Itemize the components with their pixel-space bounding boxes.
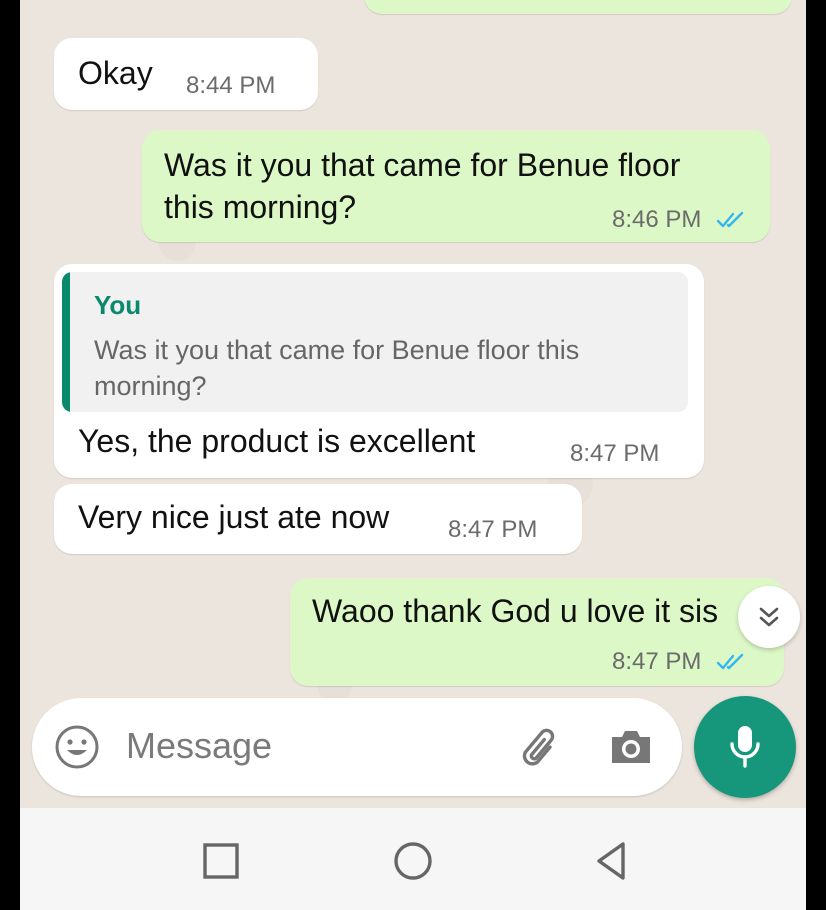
message-time: 8:44 PM bbox=[186, 72, 276, 99]
recents-button[interactable] bbox=[196, 836, 246, 886]
double-check-read-icon bbox=[716, 653, 744, 670]
message-time: 8:46 PM bbox=[612, 206, 702, 233]
message-text: Okay bbox=[78, 55, 153, 91]
message-text: Very nice just ate now bbox=[78, 499, 390, 535]
message-time: 8:47 PM bbox=[448, 516, 538, 543]
emoji-icon[interactable] bbox=[52, 722, 102, 772]
message-bubble-partial[interactable] bbox=[364, 0, 792, 14]
triangle-back-icon bbox=[597, 842, 625, 880]
chat-area[interactable]: Okay 8:44 PM Was it you that came for Be… bbox=[20, 0, 806, 808]
double-check-read-icon bbox=[716, 211, 744, 228]
paperclip-icon[interactable] bbox=[514, 722, 566, 774]
square-recents-icon bbox=[203, 843, 239, 879]
message-bubble-incoming[interactable]: Okay 8:44 PM bbox=[54, 38, 318, 110]
voice-message-button[interactable] bbox=[694, 696, 796, 798]
message-time: 8:47 PM bbox=[612, 648, 702, 675]
message-text-line-2: this morning? bbox=[164, 189, 357, 225]
quote-accent-bar bbox=[62, 272, 70, 412]
microphone-icon bbox=[730, 726, 760, 768]
message-composer[interactable] bbox=[32, 698, 682, 796]
quote-text: Was it you that came for Benue floor thi… bbox=[94, 335, 580, 401]
camera-icon[interactable] bbox=[606, 724, 656, 770]
message-bubble-incoming[interactable]: Very nice just ate now 8:47 PM bbox=[54, 484, 582, 554]
message-time: 8:47 PM bbox=[570, 440, 660, 467]
double-chevron-down-icon bbox=[759, 607, 779, 627]
quoted-message[interactable]: You Was it you that came for Benue floor… bbox=[62, 272, 688, 412]
quote-author: You bbox=[94, 290, 142, 320]
message-bubble-incoming-reply[interactable]: You Was it you that came for Benue floor… bbox=[54, 264, 704, 478]
message-text: Waoo thank God u love it sis bbox=[312, 593, 719, 629]
scroll-to-bottom-button[interactable] bbox=[738, 586, 800, 648]
home-button[interactable] bbox=[388, 836, 438, 886]
system-navigation-bar bbox=[20, 808, 806, 910]
message-input[interactable] bbox=[126, 720, 506, 772]
message-bubble-outgoing[interactable]: Waoo thank God u love it sis 8:47 PM bbox=[290, 578, 784, 686]
message-text: Yes, the product is excellent bbox=[78, 423, 476, 459]
message-text-line-1: Was it you that came for Benue floor bbox=[164, 147, 681, 183]
back-button[interactable] bbox=[586, 836, 636, 886]
message-bubble-outgoing[interactable]: Was it you that came for Benue floor thi… bbox=[142, 130, 770, 242]
circle-home-icon bbox=[394, 842, 432, 880]
